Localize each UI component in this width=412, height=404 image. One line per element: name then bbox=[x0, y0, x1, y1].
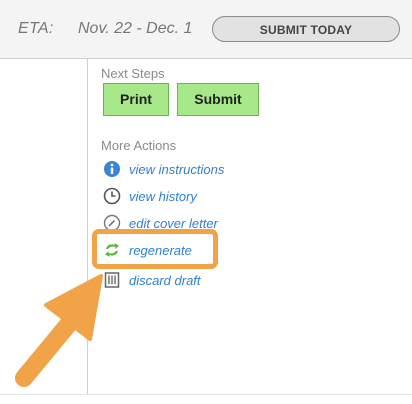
pointer-arrow-icon bbox=[15, 274, 103, 387]
